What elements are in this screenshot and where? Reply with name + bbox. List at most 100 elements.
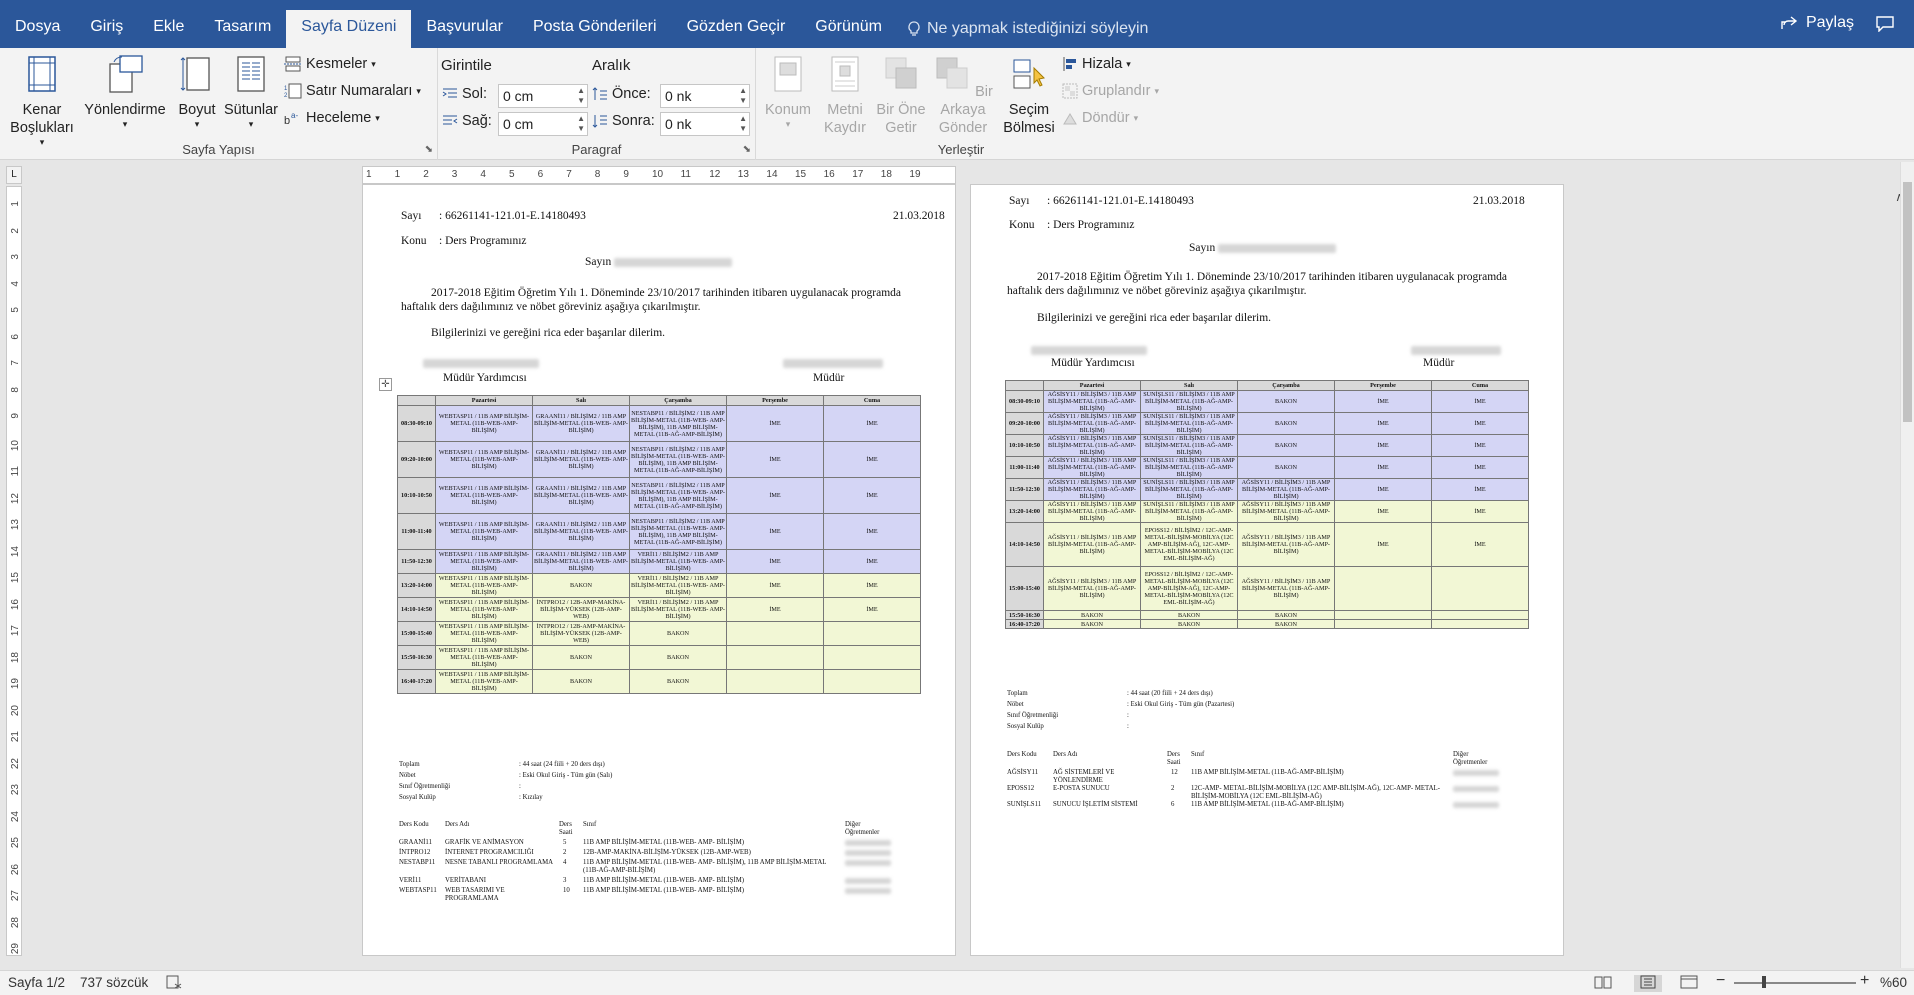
web-layout-icon[interactable] [1680, 975, 1698, 992]
selection-pane-button[interactable]: Seçim Bölmesi [1000, 54, 1058, 137]
proofing-icon[interactable] [166, 975, 182, 992]
size-button[interactable]: Boyut ▾ [172, 54, 222, 129]
tab-selector[interactable]: L [6, 166, 22, 184]
spacing-after-text: Sonra: [612, 113, 655, 129]
course-cell: 12B-AMP-MAKİNA-BİLİŞİM-YÜKSEK (12B-AMP-W… [583, 849, 751, 856]
zoom-slider[interactable] [1734, 982, 1856, 984]
lesson-cell: NESTABP11 / BİLİŞİM2 / 11B AMP BİLİŞİM-M… [629, 405, 727, 442]
document-page-2[interactable]: Sayı : 66261141-121.01-E.14180493 21.03.… [970, 184, 1564, 956]
print-layout-icon[interactable] [1634, 975, 1662, 992]
lesson-cell: İME [1431, 478, 1529, 501]
vertical-scrollbar[interactable] [1900, 162, 1914, 968]
course-cell: GRAFİK VE ANİMASYON [445, 839, 524, 846]
scrollbar-thumb[interactable] [1903, 182, 1912, 422]
share-button[interactable]: Paylaş [1780, 14, 1854, 32]
time-slot-cell: 15:00-15:40 [1005, 566, 1044, 611]
dialog-launcher-icon[interactable]: ⬊ [743, 144, 751, 155]
table-row: 10:10-10:50 AĞSİSY11 / BİLİŞİM3 / 11B AMP… [1005, 434, 1529, 457]
selection-pane-icon [1013, 59, 1046, 89]
rotate-button[interactable]: Döndür ▾ [1062, 110, 1138, 126]
zoom-in-icon[interactable]: + [1860, 972, 1869, 990]
info-value: : Eski Okul Giriş - Tüm gün (Pazartesi) [1127, 701, 1235, 708]
tab-sayfa-düzeni[interactable]: Sayfa Düzeni [286, 10, 412, 48]
lesson-cell: GRAANİ11 / BİLİŞİM2 / 11B AMP BİLİŞİM-ME… [532, 405, 630, 442]
table-row: 15:50-16:30 WEBTASP11 / 11B AMP BİLİŞİM-M… [397, 645, 921, 670]
tab-görünüm[interactable]: Görünüm [800, 10, 897, 48]
spinner-arrows-icon[interactable]: ▲ ▼ [739, 86, 747, 106]
breaks-button[interactable]: Kesmeler ▾ [284, 56, 376, 72]
lesson-cell: İME [1334, 390, 1432, 413]
page-count[interactable]: Sayfa 1/2 [8, 975, 65, 990]
position-button[interactable]: Konum ▾ [762, 54, 814, 129]
align-icon [1063, 57, 1076, 71]
indent-left-input[interactable]: 0 cm ▲ ▼ [498, 84, 588, 108]
wrap-text-button[interactable]: Metni Kaydır [818, 54, 872, 137]
margins-button[interactable]: Kenar Boşlukları ▾ [6, 54, 78, 147]
tell-me-box[interactable]: Ne yapmak istediğinizi söyleyin [897, 10, 1148, 48]
group-label: Gruplandır [1082, 83, 1151, 99]
table-header-cell [397, 395, 436, 406]
send-backward-button[interactable]: Bir Arkaya Gönder [928, 54, 998, 137]
lesson-cell: İME [1334, 412, 1432, 435]
line-numbers-icon: 12 [284, 83, 302, 99]
group-page-setup: Kenar Boşlukları ▾ Yönlendirme ▾ Boyut ▾ Sü… [0, 48, 438, 160]
indent-right-input[interactable]: 0 cm ▲ ▼ [498, 112, 588, 136]
lesson-cell: BAKON [1237, 610, 1335, 620]
zoom-level[interactable]: %60 [1880, 975, 1907, 990]
table-row: 09:20-10:00 WEBTASP11 / 11B AMP BİLİŞİM-M… [397, 441, 921, 478]
course-cell: 5 [563, 839, 567, 846]
tab-tasarım[interactable]: Tasarım [199, 10, 286, 48]
align-button[interactable]: Hizala ▾ [1062, 56, 1131, 72]
ruler-tick-label: 4 [480, 169, 486, 180]
horizontal-ruler[interactable]: 1 1 2 3 4 5 6 7 8 9 10 11 12 13 14 15 16 17 18 19 [362, 166, 956, 184]
ribbon-tabbar: Dosya Giriş Ekle Tasarım Sayfa Düzeni Başvuru… [0, 0, 1914, 48]
wrap-text-label: Metni Kaydır [824, 102, 866, 136]
vertical-ruler[interactable]: 1 2 3 4 5 6 7 8 9 10 11 12 13 14 15 16 17 18 19 20 21 22 23 24 2… [6, 186, 22, 956]
lesson-cell: NESTABP11 / BİLİŞİM2 / 11B AMP BİLİŞİM-M… [629, 513, 727, 550]
zoom-slider-thumb[interactable] [1762, 976, 1766, 988]
ruler-tick-label: 25 [10, 837, 21, 849]
tab-giriş[interactable]: Giriş [75, 10, 138, 48]
wrap-text-icon [831, 56, 859, 92]
margins-icon [28, 56, 56, 92]
spacing-before-input[interactable]: 0 nk ▲ ▼ [660, 84, 750, 108]
read-mode-icon[interactable] [1594, 975, 1612, 992]
hyphenation-button[interactable]: b a- Heceleme ▾ [284, 110, 380, 126]
tab-ekle[interactable]: Ekle [138, 10, 199, 48]
svg-text:1: 1 [284, 86, 288, 92]
page-size-icon [180, 57, 210, 91]
spinner-arrows-icon[interactable]: ▲ ▼ [739, 114, 747, 134]
orientation-button[interactable]: Yönlendirme ▾ [82, 54, 168, 129]
tab-posta-gönderileri[interactable]: Posta Gönderileri [518, 10, 672, 48]
spinner-arrows-icon[interactable]: ▲ ▼ [577, 86, 585, 106]
tab-başvurular[interactable]: Başvurular [411, 10, 517, 48]
word-count[interactable]: 737 sözcük [80, 975, 148, 990]
spinner-arrows-icon[interactable]: ▲ ▼ [577, 114, 585, 134]
zoom-out-icon[interactable]: − [1716, 972, 1725, 990]
spacing-after-input[interactable]: 0 nk ▲ ▼ [660, 112, 750, 136]
document-page-1[interactable]: Sayı : 66261141-121.01-E.14180493 21.03.… [362, 184, 956, 956]
bring-forward-button[interactable]: Bir Öne Getir [874, 54, 928, 137]
tab-dosya[interactable]: Dosya [0, 10, 75, 48]
lesson-cell: İME [1334, 434, 1432, 457]
spacing-before-value: 0 nk [665, 88, 692, 104]
table-move-handle-icon[interactable]: ✛ [379, 378, 392, 391]
line-numbers-button[interactable]: 12 Satır Numaraları ▾ [284, 83, 421, 99]
dialog-launcher-icon[interactable]: ⬊ [425, 144, 433, 155]
columns-button[interactable]: Sütunlar ▾ [222, 54, 280, 129]
lesson-cell: İME [823, 597, 921, 622]
redacted-teachers [1453, 770, 1499, 776]
lesson-cell [726, 621, 824, 646]
time-slot-cell: 11:50-12:30 [1005, 478, 1044, 501]
columns-label: Sütunlar [223, 102, 278, 118]
ruler-tick-label: 20 [10, 704, 21, 716]
course-header: Ders Adı [1053, 751, 1078, 758]
comments-icon[interactable] [1876, 16, 1894, 37]
tab-gözden-geçir[interactable]: Gözden Geçir [672, 10, 801, 48]
lesson-cell: BAKON [1043, 610, 1141, 620]
lightbulb-icon [908, 21, 920, 36]
table-row: 08:30-09:10 WEBTASP11 / 11B AMP BİLİŞİM-M… [397, 405, 921, 442]
lesson-cell: BAKON [629, 645, 727, 670]
info-row: Sosyal Kulüp: [1007, 721, 1507, 732]
group-button[interactable]: Gruplandır ▾ [1062, 83, 1159, 99]
